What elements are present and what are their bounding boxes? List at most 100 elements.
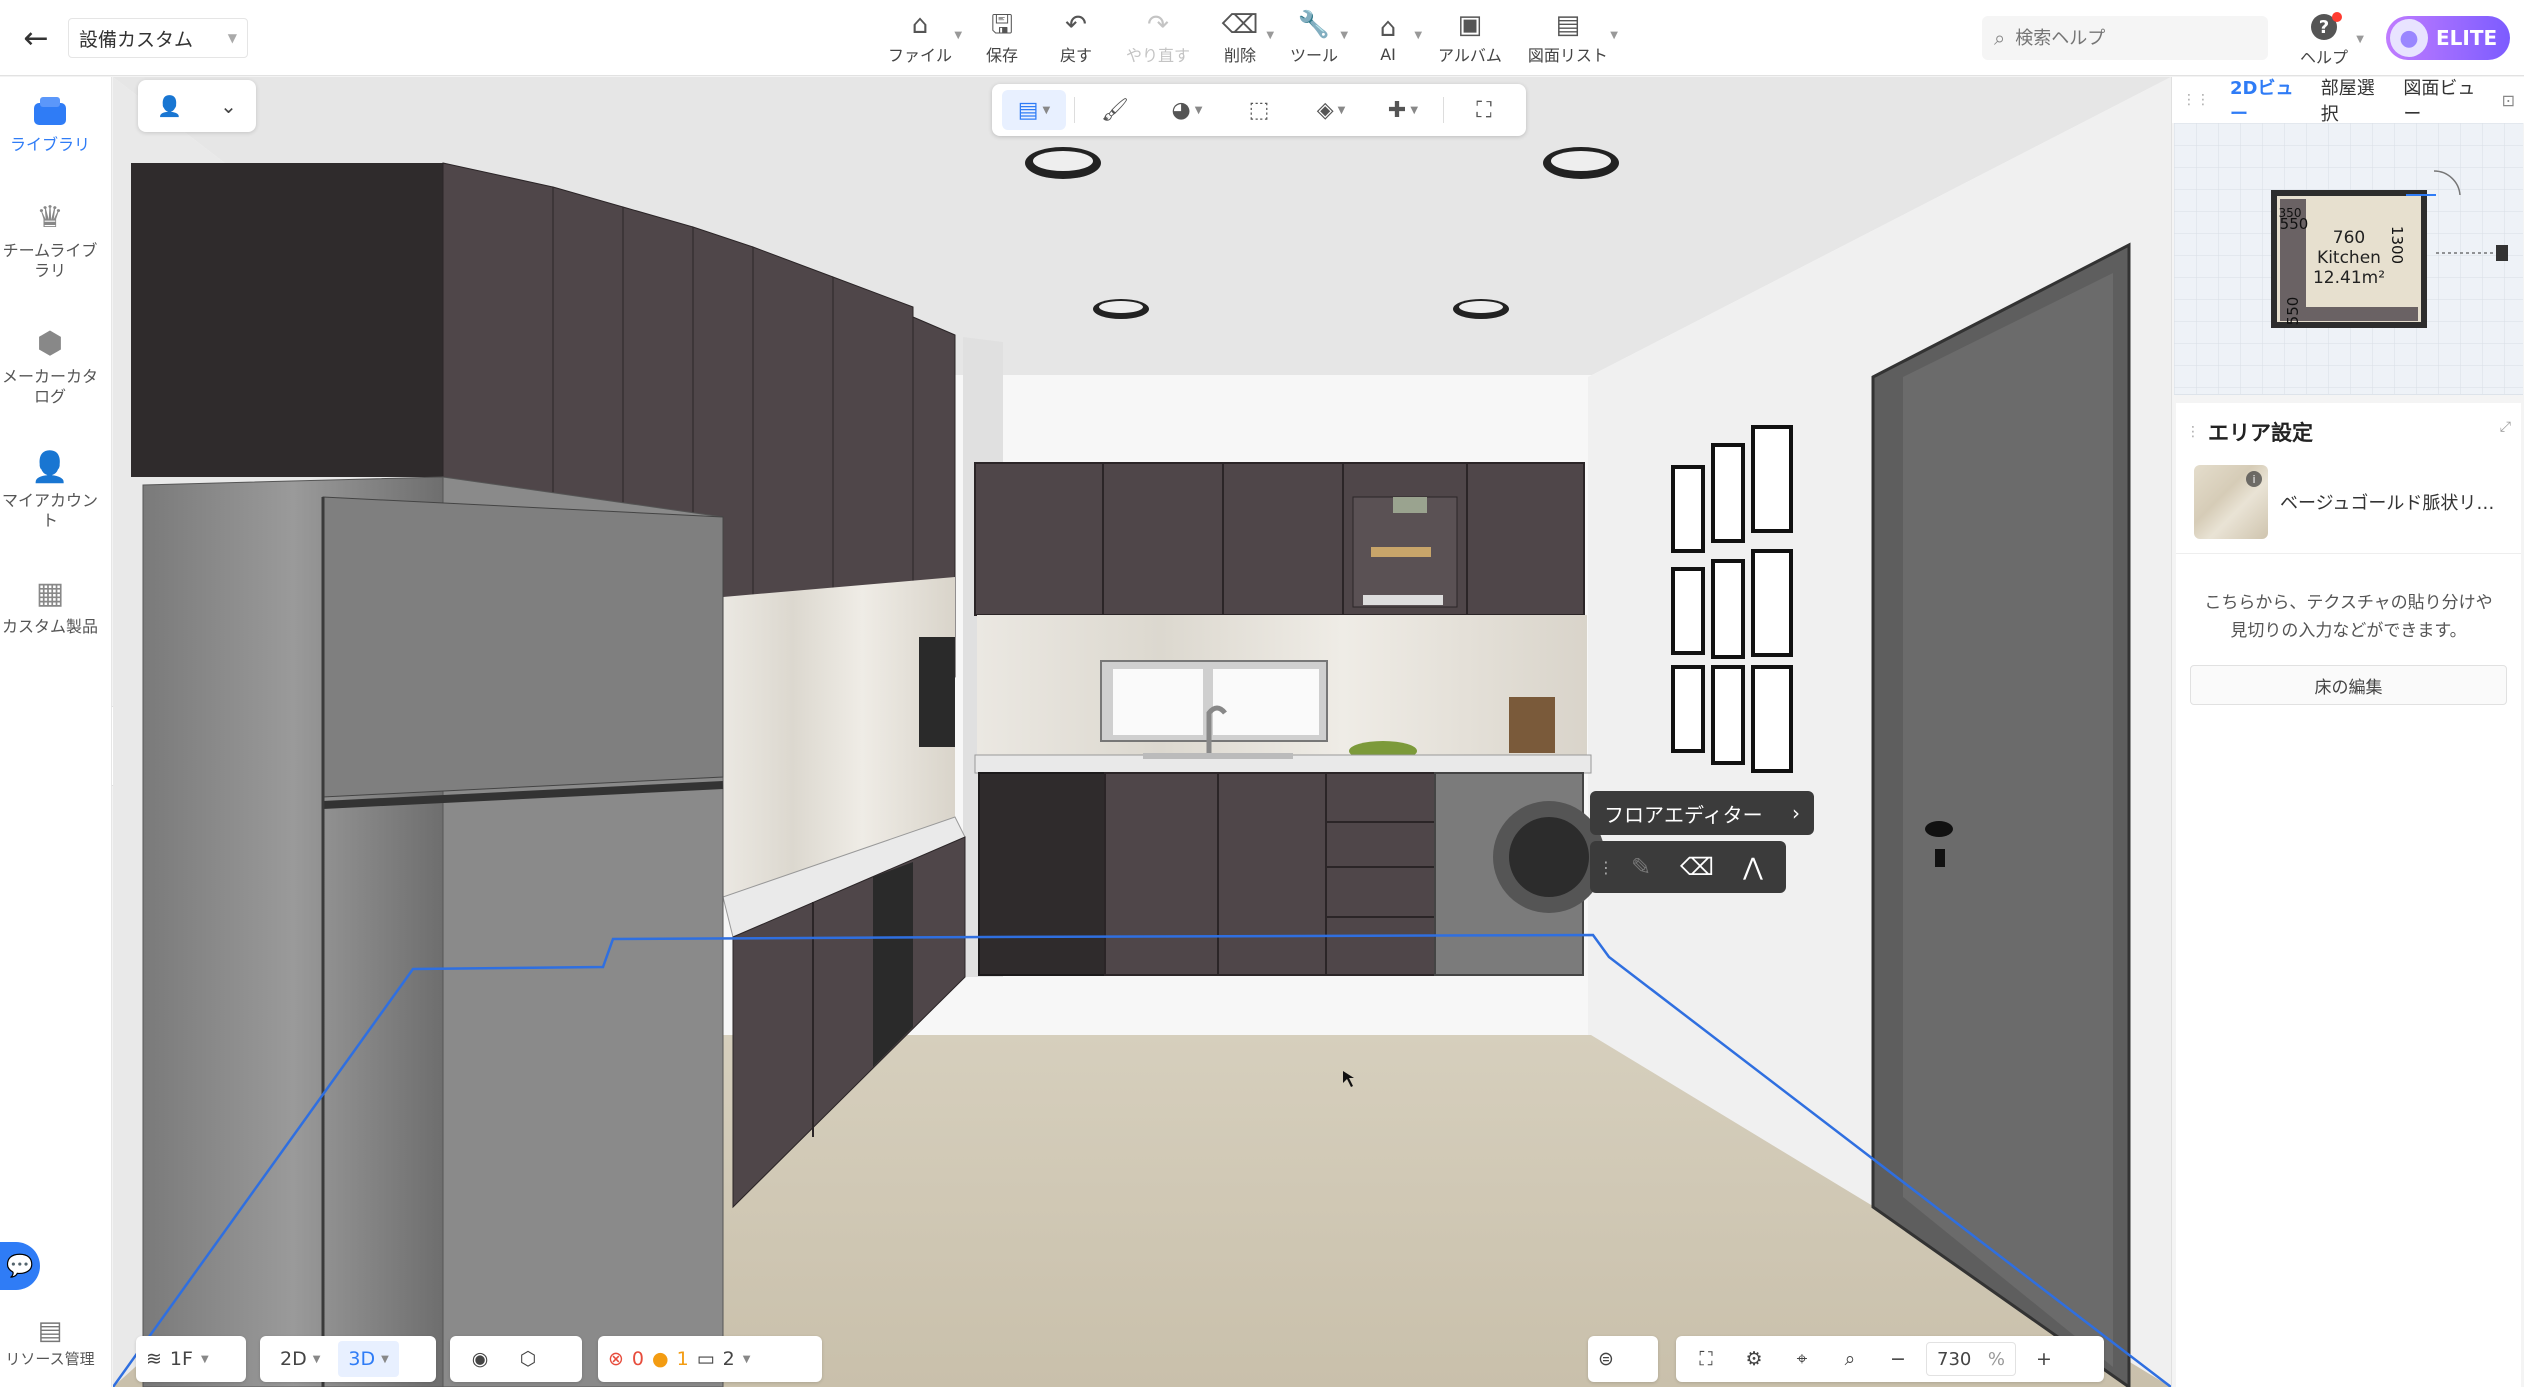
material-thumbnail[interactable]: i	[2194, 465, 2268, 539]
area-settings-title: ⋮ エリア設定	[2186, 417, 2313, 447]
sidebar-item-maker-catalog[interactable]: ⬢ メーカーカタログ	[0, 323, 100, 407]
redo-icon: ↷	[1147, 10, 1169, 40]
fill-button[interactable]: ◈ ▼	[1299, 90, 1363, 130]
comment-icon: ▤	[1017, 97, 1039, 123]
chevron-down-icon: ▼	[227, 31, 237, 45]
display-controls: ◉ ⬡	[450, 1336, 582, 1382]
wall-oven	[919, 637, 955, 747]
layout-icon: ▭	[696, 1348, 715, 1370]
view-3d-button[interactable]: 3D ▼	[338, 1341, 399, 1377]
drawing-list-label: 図面リスト	[1527, 46, 1608, 65]
help-label: ヘルプ	[2299, 48, 2348, 67]
fit-view-button[interactable]: ⛶	[1686, 1341, 1726, 1377]
room-name-label: Kitchen	[2317, 248, 2381, 268]
dropdown-caret-icon: ▼	[312, 1353, 321, 1365]
toggle-panel[interactable]: ⊜	[1588, 1336, 1658, 1382]
help-search-input[interactable]	[2015, 27, 2236, 49]
eraser-button[interactable]: ⌫	[1674, 847, 1720, 887]
drag-handle-icon[interactable]: ⋮	[1598, 858, 1614, 877]
fit-view-icon: ⛶	[1699, 1348, 1713, 1370]
paint-roller-button[interactable]: 🖌	[1083, 90, 1147, 130]
right-panel: ⋮⋮ 2Dビュー 部屋選択 図面ビュー ⊡ 760 Kitchen 12.41m…	[2171, 77, 2524, 1387]
cube-view-button[interactable]: ⬡	[508, 1341, 548, 1377]
sidebar-item-library[interactable]: ライブラリ	[0, 91, 100, 155]
zoom-unit: %	[1987, 1348, 2005, 1370]
tools-button[interactable]: 🔧 ツール ▼	[1282, 8, 1348, 68]
focus-button[interactable]: ⌖	[1782, 1341, 1822, 1377]
maker-catalog-icon: ⬢	[36, 325, 64, 361]
zoom-in-button[interactable]: +	[2024, 1341, 2064, 1377]
minus-icon: −	[1890, 1348, 1906, 1370]
pencil-button[interactable]: ✎	[1618, 847, 1664, 887]
fill-icon: ◈	[1316, 97, 1334, 123]
floor-editor-label: フロアエディター	[1604, 802, 1763, 827]
ai-button[interactable]: ⌂ AI ▼	[1356, 8, 1422, 68]
app-window: ← 設備カスタム ▼ ⌂ ファイル ▼ 🖫 保存 ↶ 戻す ↷ やり直す ⌫ 削…	[0, 0, 2524, 1387]
visibility-button[interactable]: ◉	[460, 1341, 500, 1377]
delete-label: 削除	[1224, 46, 1257, 65]
pencil-icon: ✎	[1630, 853, 1652, 881]
user-view-select[interactable]: 👤 ⌄	[138, 80, 256, 132]
undo-label: 戻す	[1060, 46, 1093, 65]
undo-button[interactable]: ↶ 戻す	[1044, 8, 1108, 68]
3d-viewport[interactable]: 👤 ⌄ ▤ ▼ 🖌 ◕ ▼ ⬚ ◈ ▼ ✚ ▼ ⛶ フロアエディター › ⋮ ✎ ⌫ ⋀	[113, 77, 2171, 1387]
zoom-out-button[interactable]: −	[1878, 1341, 1918, 1377]
plugin-button[interactable]: ✚ ▼	[1371, 90, 1435, 130]
layout-count: 2	[722, 1348, 735, 1370]
view-2d-button[interactable]: 2D ▼	[270, 1341, 330, 1377]
help-search[interactable]: ⌕	[1982, 16, 2268, 60]
album-icon: ▣	[1457, 10, 1483, 40]
floor-select[interactable]: ≋ 1F ▼	[136, 1336, 246, 1382]
delete-button[interactable]: ⌫ 削除 ▼	[1208, 8, 1275, 68]
view-settings-button[interactable]: ⚙	[1734, 1341, 1774, 1377]
help-button[interactable]: ? ヘルプ ▼	[2292, 8, 2364, 68]
file-button[interactable]: ⌂ ファイル ▼	[880, 8, 962, 68]
sidebar-item-my-account[interactable]: 👤 マイアカウント	[0, 447, 100, 531]
sidebar-item-custom-product[interactable]: ▦ カスタム製品	[0, 573, 100, 637]
redo-label: やり直す	[1126, 46, 1191, 65]
render-settings-button[interactable]: ⛶	[1452, 90, 1516, 130]
floor-editor-button[interactable]: フロアエディター ›	[1590, 791, 1814, 835]
pin-icon[interactable]: ⊡	[2502, 91, 2515, 110]
sidebar-item-label: カスタム製品	[1, 617, 98, 636]
account-badge[interactable]: ● ELITE	[2386, 16, 2510, 60]
sidebar-item-label: チームライブラリ	[2, 241, 98, 280]
material-button[interactable]: ◕ ▼	[1155, 90, 1219, 130]
floor-plan-minimap[interactable]: 760 Kitchen 12.41m² 550 350 1300 550	[2174, 123, 2523, 395]
expand-icon[interactable]: ⤢	[2500, 419, 2511, 435]
dropdown-caret-icon: ▼	[381, 1353, 389, 1365]
view-tabs: ⋮⋮ 2Dビュー 部屋選択 図面ビュー ⊡	[2172, 74, 2524, 126]
zoom-area-button[interactable]: ⌕	[1830, 1341, 1870, 1377]
area-settings-panel: ⋮ エリア設定 ⤢ i ベージュゴールド脈状リ… こちらから、テクスチャの貼り分…	[2176, 403, 2521, 1387]
album-button[interactable]: ▣ アルバム	[1430, 8, 1510, 68]
paint-roller-icon: 🖌	[1101, 97, 1129, 123]
resource-label: リソース管理	[5, 1350, 95, 1368]
redo-button[interactable]: ↷ やり直す	[1118, 8, 1198, 68]
resource-management-button[interactable]: ▤ リソース管理	[0, 1316, 100, 1369]
sidebar-item-label: マイアカウント	[1, 491, 98, 530]
error-count: 0	[631, 1348, 645, 1370]
info-icon[interactable]: i	[2246, 471, 2262, 487]
drag-handle-icon[interactable]: ⋮⋮	[2182, 92, 2210, 108]
tab-room-select[interactable]: 部屋選択	[2321, 74, 2384, 126]
zoom-value[interactable]: 730 %	[1926, 1342, 2016, 1376]
issues-panel[interactable]: ⊗ 0 ● 1 ▭ 2 ▼	[598, 1336, 822, 1382]
sidebar-item-team-library[interactable]: ♛ チームライブラリ	[0, 197, 100, 281]
drag-handle-icon[interactable]: ⋮	[2186, 424, 2200, 440]
drawing-list-button[interactable]: ▤ 図面リスト ▼	[1520, 8, 1618, 68]
tab-2d-view[interactable]: 2Dビュー	[2230, 74, 2301, 126]
sidebar-item-label: メーカーカタログ	[1, 367, 98, 406]
edit-floor-button[interactable]: 床の編集	[2190, 665, 2507, 705]
select-area-button[interactable]: ⬚	[1227, 90, 1291, 130]
comment-tool-button[interactable]: ▤ ▼	[1002, 90, 1066, 130]
save-button[interactable]: 🖫 保存	[970, 8, 1034, 68]
smart-line-button[interactable]: ⋀	[1730, 847, 1776, 887]
ai-label: AI	[1380, 44, 1396, 64]
dropdown-caret-icon: ▼	[1266, 30, 1275, 41]
tab-drawing-view[interactable]: 図面ビュー	[2403, 74, 2481, 126]
back-arrow-icon[interactable]: ←	[16, 18, 56, 58]
kitchen-3d-scene	[113, 77, 2171, 1387]
dropdown-caret-icon: ▼	[1337, 104, 1346, 116]
undo-icon: ↶	[1065, 10, 1087, 40]
project-name-select[interactable]: 設備カスタム ▼	[68, 18, 248, 58]
